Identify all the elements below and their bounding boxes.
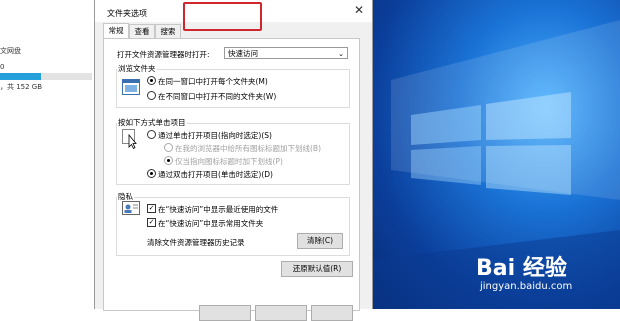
tab-view[interactable]: 查看: [129, 24, 155, 38]
checkbox-show-frequent-label: 在“快速访问”中显示常用文件夹: [158, 219, 264, 228]
checkbox-show-frequent[interactable]: ✓: [147, 218, 156, 227]
tab-search[interactable]: 搜索: [155, 24, 181, 38]
cancel-button-partial[interactable]: [255, 305, 307, 321]
open-with-select[interactable]: 快速访问 ⌄: [224, 47, 348, 59]
click-group-title: 按如下方式单击项目: [117, 117, 187, 128]
radio-double-click-label: 通过双击打开项目(单击时选定)(D): [158, 170, 273, 179]
browse-group-title: 浏览文件夹: [117, 63, 157, 74]
baidu-watermark-url: jingyan.baidu.com: [480, 281, 573, 292]
privacy-icon: [122, 201, 140, 215]
highlight-box: [183, 2, 262, 31]
checkbox-show-recent-label: 在“快速访问”中显示最近使用的文件: [158, 205, 279, 214]
baidu-watermark-logo: Bai 经验: [476, 256, 567, 281]
browse-folders-group: [116, 69, 350, 108]
browse-folders-icon: [122, 79, 140, 95]
drive-capacity: ，共 152 GB: [0, 83, 43, 91]
storage-bar-fill: [0, 73, 42, 80]
open-with-value: 快速访问: [228, 49, 258, 58]
close-icon[interactable]: ✕: [354, 3, 364, 17]
open-with-label: 打开文件资源管理器时打开:: [117, 50, 210, 59]
folder-options-dialog: 文件夹选项 ✕ 常规 查看 搜索 打开文件资源管理器时打开: 快速访问 ⌄ 浏览…: [94, 0, 373, 321]
cursor-click-icon: [122, 129, 137, 149]
dialog-title: 文件夹选项: [107, 9, 147, 18]
clear-history-label: 清除文件资源管理器历史记录: [147, 238, 245, 247]
checkbox-show-recent[interactable]: ✓: [147, 204, 156, 213]
storage-bar: [0, 73, 92, 80]
radio-single-click[interactable]: [147, 130, 156, 139]
radio-underline-point[interactable]: [164, 156, 173, 165]
radio-new-window-label: 在不同窗口中打开不同的文件夹(W): [158, 92, 277, 101]
apply-button-partial[interactable]: [311, 305, 353, 321]
drive-label: 文网盘: [0, 47, 21, 55]
explorer-window: 文网盘 0 ，共 152 GB: [0, 0, 98, 309]
radio-same-window-label: 在同一窗口中打开每个文件夹(M): [158, 77, 268, 86]
radio-single-click-label: 通过单击打开项目(指向时选定)(S): [158, 131, 272, 140]
drive-number: 0: [0, 63, 5, 71]
ok-button-partial[interactable]: [199, 305, 251, 321]
chevron-down-icon: ⌄: [338, 50, 344, 58]
general-panel: 打开文件资源管理器时打开: 快速访问 ⌄ 浏览文件夹 在同一窗口中打开每个文件夹…: [103, 38, 360, 321]
tab-general[interactable]: 常规: [103, 23, 129, 39]
restore-defaults-button[interactable]: 还原默认值(R): [281, 261, 353, 277]
radio-underline-all[interactable]: [164, 143, 173, 152]
radio-underline-point-label: 仅当指向图标标题时加下划线(P): [175, 157, 283, 166]
radio-new-window[interactable]: [147, 91, 156, 100]
clear-button[interactable]: 清除(C): [297, 233, 343, 249]
radio-same-window[interactable]: [147, 76, 156, 85]
radio-underline-all-label: 在我的浏览器中给所有图标标题加下划线(B): [175, 144, 321, 153]
radio-double-click[interactable]: [147, 169, 156, 178]
